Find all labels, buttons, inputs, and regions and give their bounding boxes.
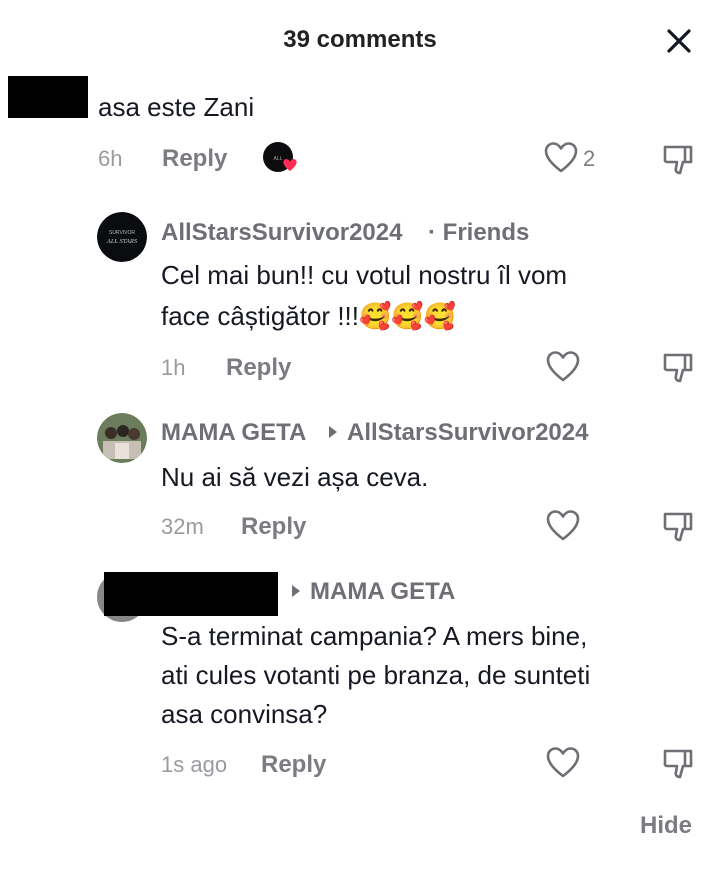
comment-time: 1s ago: [161, 752, 228, 777]
avatar[interactable]: SURVIVOR ALL STARS: [97, 212, 147, 262]
creator-liked-avatar: ALL: [262, 140, 300, 176]
reply-button[interactable]: Reply: [261, 751, 326, 779]
reply-arrow-icon: [326, 425, 340, 439]
redacted-avatar: [8, 76, 88, 118]
thumbs-down-icon[interactable]: [661, 142, 697, 178]
like-count: 2: [583, 146, 596, 171]
heart-icon[interactable]: [545, 745, 581, 781]
reply-arrow-icon: [289, 584, 303, 598]
thumbs-down-icon[interactable]: [661, 746, 697, 782]
redacted-name: [104, 572, 278, 616]
svg-text:ALL: ALL: [274, 156, 283, 162]
comment-text-line: asa convinsa?: [161, 699, 328, 729]
reply-button[interactable]: Reply: [241, 513, 306, 541]
reply-button[interactable]: Reply: [162, 145, 227, 173]
comment-time: 6h: [98, 146, 123, 171]
heart-icon[interactable]: [545, 508, 581, 544]
comment-time: 1h: [161, 355, 186, 380]
comment-text-line: S-a terminat campania? A mers bine,: [161, 621, 588, 651]
comment-text-line: ati cules votanti pe branza, de sunteti: [161, 660, 591, 690]
avatar-text: SURVIVOR: [109, 230, 135, 236]
comment-time: 32m: [161, 514, 204, 539]
hide-replies-button[interactable]: Hide: [640, 812, 692, 840]
author-name[interactable]: MAMA GETA: [161, 419, 306, 447]
avatar-text: ALL STARS: [106, 238, 138, 245]
friends-label: · Friends: [428, 219, 530, 246]
comment-text: Nu ai să vezi așa ceva.: [161, 462, 429, 492]
reply-to-name[interactable]: AllStarsSurvivor2024: [347, 419, 588, 447]
reply-to-name[interactable]: MAMA GETA: [310, 578, 455, 606]
comment-text: asa este Zani: [98, 92, 255, 122]
comment-text-line: face câștigător !!!🥰🥰🥰: [161, 301, 457, 331]
thumbs-down-icon[interactable]: [661, 509, 697, 545]
close-icon[interactable]: [664, 26, 694, 56]
author-name[interactable]: AllStarsSurvivor2024: [161, 219, 402, 247]
avatar[interactable]: [97, 413, 147, 463]
comment-text-line: Cel mai bun!! cu votul nostru îl vom: [161, 260, 568, 290]
comments-title: 39 comments: [283, 26, 437, 53]
heart-icon[interactable]: [543, 140, 579, 176]
heart-icon[interactable]: [545, 349, 581, 385]
reply-button[interactable]: Reply: [226, 354, 291, 382]
thumbs-down-icon[interactable]: [661, 350, 697, 386]
